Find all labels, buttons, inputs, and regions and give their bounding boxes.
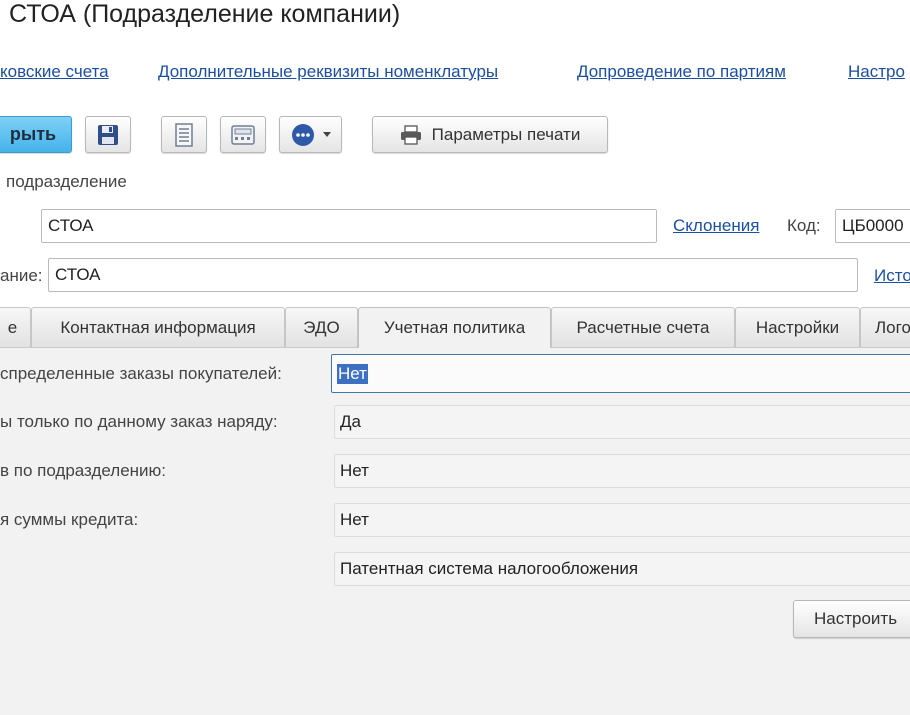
fullname-label: ание: [0, 266, 43, 285]
chevron-down-icon [322, 131, 331, 137]
declension-link[interactable]: Склонения [673, 216, 759, 236]
print-settings-button[interactable]: Параметры печати [372, 116, 608, 153]
tab-edo[interactable]: ЭДО [285, 307, 358, 347]
close-button-label: рыть [9, 124, 57, 144]
field-taxation-system[interactable]: Патентная система налогообложения [334, 552, 910, 586]
tab-edo-label: ЭДО [303, 317, 340, 337]
tab-main[interactable]: е [0, 307, 31, 347]
parent-subdivision-label: подразделение [6, 172, 127, 191]
field-by-subdivision[interactable]: Нет [334, 454, 910, 488]
calculator-icon [231, 124, 255, 145]
code-label: Код: [787, 216, 821, 235]
window-title: СТОА (Подразделение компании) [9, 0, 401, 28]
field-unallocated-orders[interactable]: Нет [331, 354, 910, 393]
close-button[interactable]: рыть [0, 116, 72, 153]
tab-settings-label: Настройки [755, 317, 840, 337]
nav-link-settings[interactable]: Настро [848, 62, 905, 82]
row-label-work-order-only: ы только по данному заказ наряду: [0, 412, 278, 431]
row-label-unallocated-orders: спределенные заказы покупателей: [0, 364, 282, 383]
tab-logo-label: Лого [875, 317, 910, 337]
more-actions-button[interactable] [279, 116, 342, 153]
tab-contact-info-label: Контактная информация [60, 317, 256, 337]
nav-links-bar: ковские счета Дополнительные реквизиты н… [0, 62, 910, 86]
document-list-icon [175, 122, 193, 147]
floppy-disk-icon [98, 124, 118, 145]
name-input[interactable]: СТОА [41, 209, 657, 243]
row-label-by-subdivision: в по подразделению: [0, 461, 167, 480]
tab-bank-accounts-label: Расчетные счета [576, 317, 710, 337]
history-link[interactable]: Исто [874, 266, 910, 286]
calculator-button[interactable] [220, 116, 266, 153]
tab-logo[interactable]: Лого [860, 307, 910, 347]
fullname-input[interactable]: СТОА [48, 258, 858, 292]
nav-link-nomenclature-attributes[interactable]: Дополнительные реквизиты номенклатуры [158, 62, 498, 82]
code-input[interactable]: ЦБ0000 [835, 209, 910, 243]
tab-accounting-policy-label: Учетная политика [383, 318, 526, 337]
nav-link-bank-accounts[interactable]: ковские счета [0, 62, 109, 82]
nav-link-batch-reposting[interactable]: Допроведение по партиям [577, 62, 786, 82]
setup-button[interactable]: Настроить [793, 600, 910, 638]
row-label-credit-amount: я суммы кредита: [0, 510, 139, 529]
tab-accounting-policy[interactable]: Учетная политика [358, 307, 551, 348]
ellipsis-icon [291, 123, 314, 146]
save-button[interactable] [85, 116, 131, 153]
field-unallocated-orders-value: Нет [337, 363, 368, 384]
tab-bank-accounts[interactable]: Расчетные счета [551, 307, 735, 347]
field-credit-amount[interactable]: Нет [334, 503, 910, 537]
tab-main-label: е [7, 317, 18, 337]
tab-settings[interactable]: Настройки [735, 307, 860, 347]
setup-button-label: Настроить [814, 609, 898, 628]
document-list-button[interactable] [161, 116, 207, 153]
print-settings-label: Параметры печати [431, 124, 581, 144]
tab-contact-info[interactable]: Контактная информация [31, 307, 285, 347]
field-work-order-only[interactable]: Да [334, 405, 910, 439]
printer-icon [400, 124, 421, 145]
